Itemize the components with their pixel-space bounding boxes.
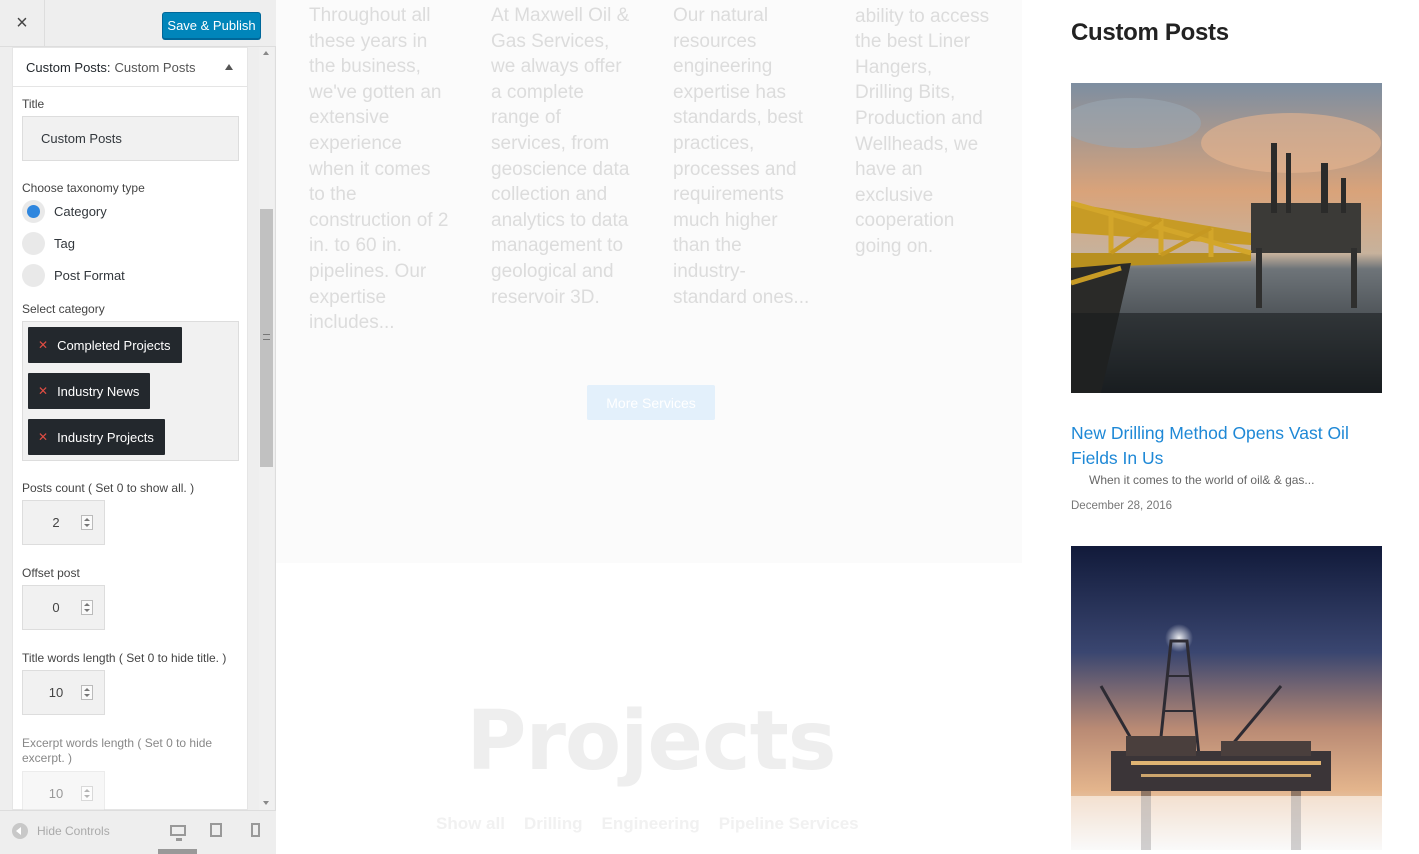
widget-form-scroll-area: Custom Posts: Custom Posts Title Choose … (12, 47, 248, 810)
offshore-platform-image (1071, 83, 1382, 393)
posts-count-stepper[interactable]: 2 (22, 500, 105, 545)
radio-unchecked-icon[interactable] (22, 231, 45, 255)
scroll-down-icon[interactable] (263, 801, 269, 805)
post-thumbnail-oil-rig[interactable] (1071, 546, 1382, 850)
post-title-link[interactable]: New Drilling Method Opens Vast Oil Field… (1071, 421, 1382, 470)
tablet-preview-icon[interactable] (210, 823, 222, 837)
radio-category[interactable]: Category (22, 195, 239, 227)
customizer-header: × Save & Publish (0, 0, 276, 47)
more-services-button[interactable]: More Services (587, 385, 715, 420)
active-device-indicator (158, 849, 197, 854)
filter-engineering[interactable]: Engineering (602, 814, 700, 834)
desktop-preview-icon[interactable] (170, 825, 186, 841)
offset-value: 0 (52, 600, 60, 615)
widget-title: Custom Posts: (26, 59, 111, 75)
remove-icon[interactable]: ✕ (38, 430, 48, 444)
post-thumbnail-offshore-platform[interactable] (1071, 83, 1382, 393)
grip-icon (263, 334, 270, 340)
spinner-arrows-icon[interactable] (81, 515, 93, 530)
post-date: December 28, 2016 (1071, 500, 1173, 512)
widget-header[interactable]: Custom Posts: Custom Posts (12, 47, 248, 87)
offset-label: Offset post (22, 566, 80, 580)
posts-count-value: 2 (52, 515, 60, 530)
widget-heading: Custom Posts (1071, 19, 1229, 46)
project-filters: Show all Drilling Engineering Pipeline S… (436, 814, 859, 834)
spinner-arrows-icon[interactable] (81, 600, 93, 615)
services-section: Throughout all these years in the busine… (276, 0, 1022, 563)
category-select[interactable]: ✕ Completed Projects ✕ Industry News ✕ Indu… (22, 321, 239, 461)
site-preview: Throughout all these years in the busine… (276, 0, 1419, 854)
category-chip: ✕ Completed Projects (28, 327, 182, 363)
excerpt-words-stepper[interactable]: 10 (22, 771, 105, 810)
hide-controls-label: Hide Controls (37, 824, 110, 838)
posts-count-label: Posts count ( Set 0 to show all. ) (22, 481, 195, 495)
select-category-label: Select category (22, 302, 105, 316)
category-chip-label: Industry News (57, 383, 140, 399)
title-label: Title (22, 97, 45, 111)
offset-stepper[interactable]: 0 (22, 585, 105, 630)
excerpt-words-value: 10 (48, 786, 64, 801)
category-chip-label: Industry Projects (57, 429, 154, 445)
title-input[interactable] (22, 116, 239, 161)
category-chip: ✕ Industry News (28, 373, 151, 409)
projects-heading: Projects (466, 694, 836, 789)
collapse-arrow-icon[interactable] (225, 64, 233, 70)
hide-controls-button[interactable]: Hide Controls (12, 823, 110, 839)
title-words-label: Title words length ( Set 0 to hide title… (22, 651, 227, 665)
radio-post-format-label: Post Format (54, 267, 125, 283)
radio-checked-icon[interactable] (22, 199, 45, 223)
service-text: Our natural resources engineering expert… (673, 5, 810, 308)
service-text: Throughout all these years in the busine… (309, 5, 449, 334)
widget-subtitle: Custom Posts (114, 59, 196, 75)
category-chip-label: Completed Projects (57, 337, 171, 353)
spinner-arrows-icon[interactable] (81, 685, 93, 700)
customizer-footer: Hide Controls (0, 810, 276, 854)
radio-tag[interactable]: Tag (22, 227, 239, 259)
save-publish-button[interactable]: Save & Publish (162, 12, 261, 39)
radio-tag-label: Tag (54, 235, 75, 251)
post-excerpt: When it comes to the world of oil& & gas… (1089, 473, 1315, 487)
filter-pipeline-services[interactable]: Pipeline Services (719, 814, 859, 834)
widget-form: Title Choose taxonomy type Category Tag … (12, 87, 248, 810)
oil-rig-night-image (1071, 546, 1382, 850)
title-words-value: 10 (48, 685, 64, 700)
filter-show-all[interactable]: Show all (436, 814, 505, 834)
taxonomy-label: Choose taxonomy type (22, 181, 145, 195)
spinner-arrows-icon[interactable] (81, 786, 93, 801)
radio-unchecked-icon[interactable] (22, 263, 45, 287)
radio-category-label: Category (54, 203, 107, 219)
title-words-stepper[interactable]: 10 (22, 670, 105, 715)
collapse-left-icon (12, 823, 28, 839)
service-text: At Maxwell Oil & Gas Services, we always… (491, 5, 630, 308)
excerpt-words-label: Excerpt words length ( Set 0 to hide exc… (22, 736, 213, 765)
radio-post-format[interactable]: Post Format (22, 259, 239, 291)
category-chip: ✕ Industry Projects (28, 419, 165, 455)
scrollbar-thumb[interactable] (260, 209, 273, 467)
customizer-panel: × Save & Publish Custom Posts: Custom Po… (0, 0, 276, 854)
mobile-preview-icon[interactable] (251, 823, 260, 837)
service-text: to having the ability to access the best… (855, 0, 990, 257)
close-icon[interactable]: × (0, 0, 45, 47)
panel-scrollbar[interactable] (259, 47, 274, 810)
remove-icon[interactable]: ✕ (38, 384, 48, 398)
scroll-up-icon[interactable] (263, 51, 269, 55)
remove-icon[interactable]: ✕ (38, 338, 48, 352)
filter-drilling[interactable]: Drilling (524, 814, 583, 834)
